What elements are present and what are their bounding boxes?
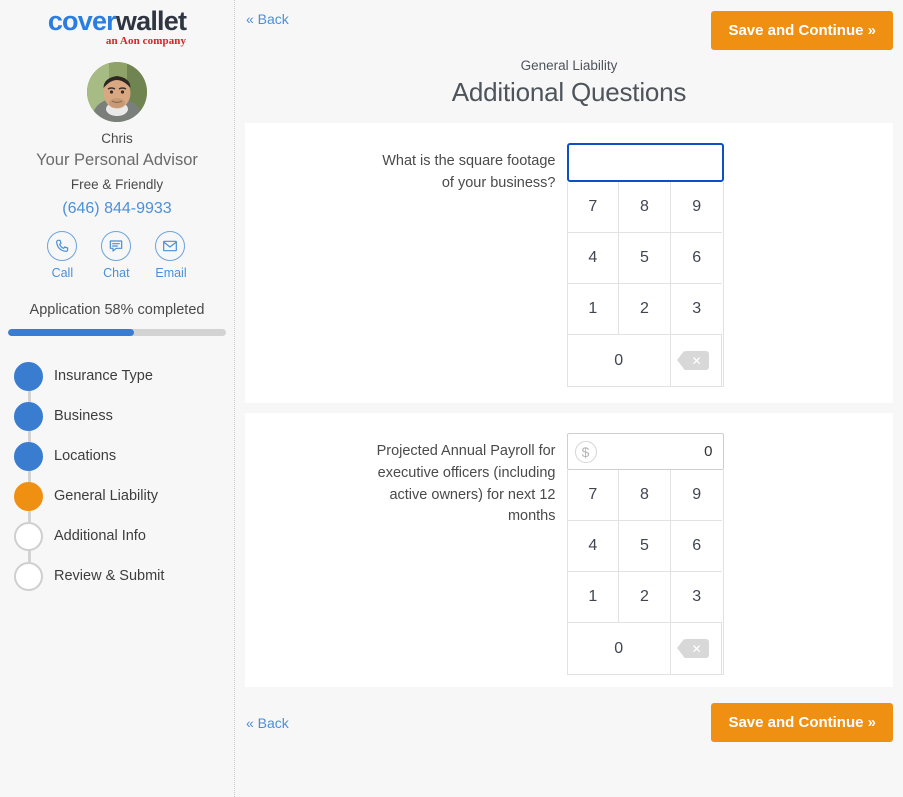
step-connector: [27, 550, 31, 562]
save-and-continue-button-bottom[interactable]: Save and Continue »: [711, 703, 893, 742]
keypad-1-key-1[interactable]: 1: [567, 284, 620, 335]
logo-tagline: an Aon company: [105, 35, 187, 47]
progress-bar: [8, 329, 226, 336]
keypad-1-key-7[interactable]: 7: [567, 182, 620, 233]
advisor-name: Chris: [101, 131, 133, 146]
step-indicator-icon: [14, 361, 43, 391]
question-label-2: Projected Annual Payroll for executive o…: [376, 443, 556, 525]
advisor-card: Chris Your Personal Advisor Free & Frien…: [0, 62, 234, 280]
keypad-2-key-5[interactable]: 5: [619, 521, 671, 572]
application-progress: Application 58% completed: [0, 302, 234, 336]
advisor-tagline: Free & Friendly: [70, 177, 164, 192]
progress-bar-fill: [8, 329, 135, 336]
keypad-1-backspace-button[interactable]: ✕: [670, 335, 723, 386]
chat-button[interactable]: Chat: [101, 231, 132, 280]
back-link-top[interactable]: « Back: [245, 11, 289, 27]
numeric-keypad-1: 7 8 9 4 5 6 1 2 3 0 ✕: [566, 182, 724, 387]
numeric-keypad-2: 7 8 9 4 5 6 1 2 3 0 ✕: [566, 470, 724, 675]
back-link-bottom[interactable]: « Back: [245, 715, 289, 731]
sidebar-step-locations[interactable]: Locations: [14, 436, 234, 482]
keypad-2-key-7[interactable]: 7: [567, 470, 620, 521]
email-button[interactable]: Email: [155, 231, 187, 280]
top-bar: « Back Save and Continue »: [245, 0, 893, 62]
payroll-input[interactable]: $ 0: [566, 433, 724, 470]
keypad-1-key-5[interactable]: 5: [619, 233, 671, 284]
step-indicator-icon: [14, 561, 43, 591]
step-label: General Liability: [54, 488, 158, 504]
advisor-photo: [87, 62, 147, 122]
step-label: Locations: [54, 448, 117, 464]
progress-text: Application 58% completed: [29, 302, 205, 318]
call-button[interactable]: Call: [47, 231, 78, 280]
question-card-2: Projected Annual Payroll for executive o…: [245, 413, 893, 687]
keypad-2-key-2[interactable]: 2: [619, 572, 671, 623]
step-indicator-icon: [14, 481, 43, 511]
page-title: Additional Questions: [451, 77, 687, 107]
keypad-1-key-0[interactable]: 0: [567, 335, 671, 386]
chat-icon: [101, 231, 132, 261]
step-indicator-icon: [14, 401, 43, 431]
keypad-2-key-1[interactable]: 1: [567, 572, 620, 623]
payroll-input-value: 0: [704, 443, 713, 460]
main-content: « Back Save and Continue » General Liabi…: [235, 0, 903, 797]
sidebar-step-insurance-type[interactable]: Insurance Type: [14, 356, 234, 402]
backspace-x-glyph: ✕: [691, 641, 702, 656]
step-connector: [27, 430, 31, 442]
backspace-icon: ✕: [677, 639, 710, 658]
sidebar-step-additional-info[interactable]: Additional Info: [14, 516, 234, 562]
keypad-1-key-3[interactable]: 3: [670, 284, 723, 335]
keypad-1-key-9[interactable]: 9: [670, 182, 723, 233]
keypad-1-key-2[interactable]: 2: [619, 284, 671, 335]
contact-actions: Call Chat Email: [0, 231, 234, 280]
keypad-1-key-8[interactable]: 8: [619, 182, 671, 233]
call-label: Call: [51, 266, 74, 280]
email-icon: [155, 231, 186, 261]
save-and-continue-button-top[interactable]: Save and Continue »: [711, 11, 893, 50]
advisor-phone[interactable]: (646) 844-9933: [0, 200, 234, 218]
step-label: Additional Info: [54, 528, 146, 544]
step-label: Insurance Type: [54, 368, 153, 384]
sidebar-step-general-liability[interactable]: General Liability: [14, 476, 234, 522]
page-heading: General Liability Additional Questions: [245, 58, 893, 108]
phone-icon: [47, 231, 78, 261]
backspace-icon: ✕: [677, 351, 710, 370]
chat-label: Chat: [103, 266, 130, 280]
step-label: Review & Submit: [54, 568, 165, 584]
step-label: Business: [54, 408, 113, 424]
keypad-2-key-3[interactable]: 3: [670, 572, 723, 623]
keypad-2-key-8[interactable]: 8: [619, 470, 671, 521]
logo-text-cover: cover: [47, 6, 117, 36]
keypad-1-key-4[interactable]: 4: [567, 233, 620, 284]
keypad-2-backspace-button[interactable]: ✕: [670, 623, 723, 674]
question-card-1: What is the square footage of your busin…: [245, 123, 893, 403]
sidebar: coverwallet an Aon company Chris Your Pe…: [0, 0, 235, 797]
application-root: coverwallet an Aon company Chris Your Pe…: [0, 0, 903, 797]
logo-text-wallet: wallet: [115, 6, 187, 36]
keypad-2-key-0[interactable]: 0: [567, 623, 671, 674]
bottom-bar: « Back Save and Continue »: [245, 687, 893, 742]
keypad-1-key-6[interactable]: 6: [670, 233, 723, 284]
step-indicator-icon: [14, 441, 43, 471]
question-label-1: What is the square footage of your busin…: [382, 153, 556, 191]
step-connector: [27, 390, 31, 402]
backspace-x-glyph: ✕: [691, 353, 702, 368]
step-indicator-icon: [14, 521, 43, 551]
step-connector: [27, 470, 31, 482]
email-label: Email: [155, 266, 187, 280]
sidebar-step-business[interactable]: Business: [14, 396, 234, 442]
keypad-2-key-6[interactable]: 6: [670, 521, 723, 572]
keypad-2-key-9[interactable]: 9: [670, 470, 723, 521]
dollar-icon: $: [574, 440, 597, 463]
sidebar-step-review-submit[interactable]: Review & Submit: [14, 556, 234, 596]
application-steps: Insurance Type Business Locations General L…: [0, 356, 234, 596]
step-connector: [27, 510, 31, 522]
keypad-2-key-4[interactable]: 4: [567, 521, 620, 572]
square-footage-input[interactable]: [566, 143, 724, 182]
brand-logo[interactable]: coverwallet an Aon company: [0, 0, 234, 49]
advisor-role: Your Personal Advisor: [36, 151, 198, 169]
page-subtitle: General Liability: [520, 58, 618, 73]
